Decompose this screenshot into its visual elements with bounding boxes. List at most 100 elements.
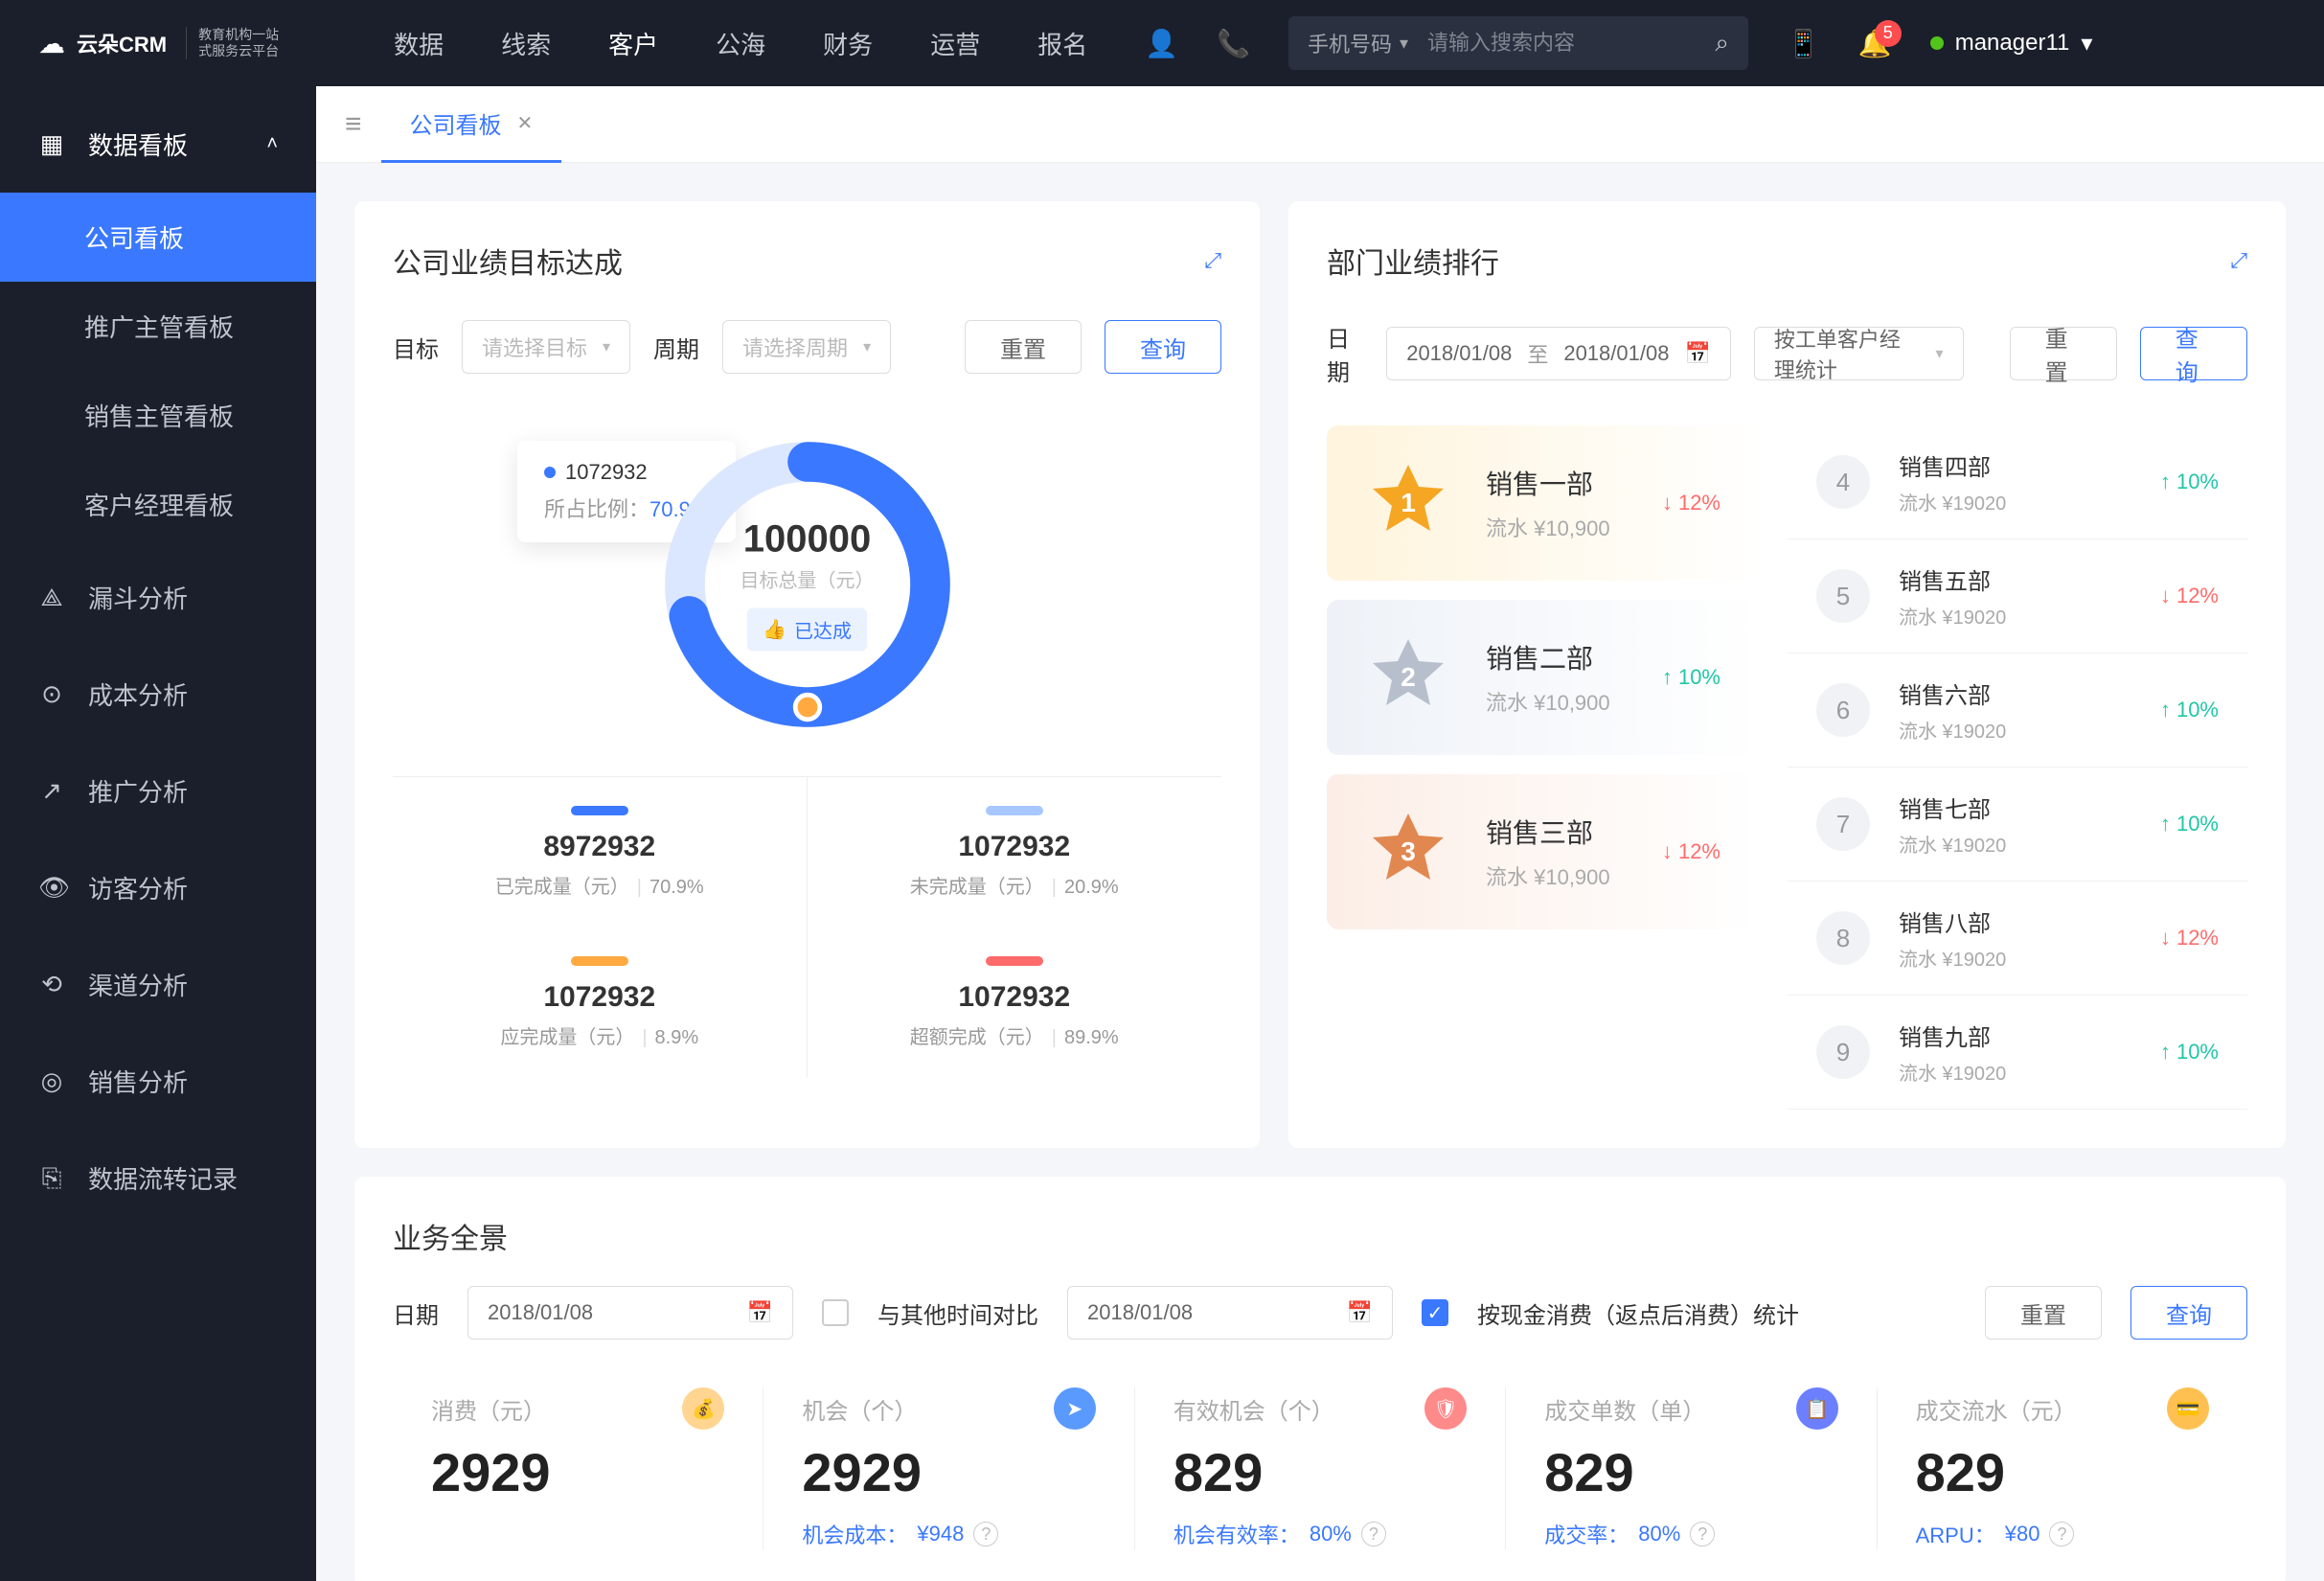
overview-sub: ARPU：¥80? bbox=[1916, 1519, 2209, 1549]
card-overview: 业务全景 日期 2018/01/08📅 与其他时间对比 2018/01/08📅 … bbox=[354, 1177, 2286, 1581]
help-icon[interactable]: ? bbox=[2049, 1522, 2074, 1547]
overview-icon: 🛡 bbox=[1424, 1387, 1467, 1430]
mobile-icon[interactable]: 📱 bbox=[1787, 28, 1820, 59]
metric-bar-icon bbox=[571, 806, 628, 815]
metric: 1072932应完成量（元）|8.9% bbox=[393, 928, 808, 1078]
sidebar-item-label: 漏斗分析 bbox=[88, 580, 188, 615]
rank-dept: 销售六部 bbox=[1899, 676, 2131, 710]
overview-value: 829 bbox=[1173, 1441, 1467, 1503]
select-target[interactable]: 请选择目标▾ bbox=[462, 320, 630, 374]
sidebar-item-0[interactable]: ⟁漏斗分析 bbox=[0, 549, 316, 646]
rank-row: 9销售九部流水 ¥19020↑ 10% bbox=[1788, 996, 2247, 1110]
select-period[interactable]: 请选择周期▾ bbox=[722, 320, 891, 374]
sidebar-item-2[interactable]: ↗推广分析 bbox=[0, 743, 316, 839]
rank-number: 6 bbox=[1816, 683, 1870, 737]
sidebar-item-3[interactable]: 👁访客分析 bbox=[0, 839, 316, 936]
chevron-down-icon: ▾ bbox=[1936, 344, 1944, 363]
sidebar-item-label: 成本分析 bbox=[88, 676, 188, 712]
overview-item-4: 成交流水（元）💳829ARPU：¥80? bbox=[1878, 1387, 2247, 1549]
metric-label: 未完成量（元）|20.9% bbox=[808, 871, 1222, 899]
cloud-icon: ☁ bbox=[38, 28, 65, 59]
overview-label: 成交流水（元） bbox=[1916, 1392, 2077, 1426]
user-icon[interactable]: 👤 bbox=[1145, 28, 1178, 59]
close-icon[interactable]: ✕ bbox=[517, 111, 534, 135]
overview-item-0: 消费（元） 💰 2929 bbox=[393, 1387, 763, 1549]
sidebar-item-label: 数据流转记录 bbox=[88, 1160, 238, 1196]
help-icon[interactable]: ? bbox=[973, 1522, 998, 1547]
dot-icon bbox=[544, 467, 556, 478]
expand-icon[interactable]: ⤢ bbox=[2230, 248, 2247, 273]
select-text: 请选择周期 bbox=[742, 332, 848, 362]
sidebar-item-5[interactable]: ◎销售分析 bbox=[0, 1033, 316, 1130]
rank-dept: 销售九部 bbox=[1899, 1019, 2131, 1052]
rank-sub: 流水 ¥19020 bbox=[1899, 602, 2131, 630]
rank-sub: 流水 ¥10,900 bbox=[1486, 686, 1628, 717]
help-icon[interactable]: ? bbox=[1690, 1522, 1715, 1547]
rank-sub: 流水 ¥19020 bbox=[1899, 944, 2131, 972]
nav-item-2[interactable]: 客户 bbox=[608, 26, 658, 61]
search-type[interactable]: 手机号码 bbox=[1308, 28, 1392, 58]
bell-icon[interactable]: 🔔5 bbox=[1858, 28, 1892, 59]
tab-company-board[interactable]: 公司看板 ✕ bbox=[381, 86, 562, 163]
sidebar-item-4[interactable]: ⟲渠道分析 bbox=[0, 936, 316, 1033]
medal-icon: 2 bbox=[1365, 634, 1451, 721]
overview-label: 消费（元） bbox=[431, 1392, 546, 1426]
reset-button[interactable]: 重置 bbox=[965, 320, 1082, 374]
date-to-label: 至 bbox=[1527, 338, 1548, 369]
overview-value: 2929 bbox=[431, 1441, 724, 1503]
metric: 1072932超额完成（元）|89.9% bbox=[808, 928, 1222, 1078]
sidebar-sub-2[interactable]: 销售主管看板 bbox=[0, 371, 316, 460]
expand-icon[interactable]: ⤢ bbox=[1204, 248, 1221, 273]
query-button[interactable]: 查询 bbox=[1105, 320, 1221, 374]
filter-label-period: 周期 bbox=[653, 331, 699, 364]
rank-number: 7 bbox=[1816, 797, 1870, 851]
topbar-right: 📱 🔔5 manager11 ▾ bbox=[1787, 28, 2092, 59]
sidebar-sub-0[interactable]: 公司看板 bbox=[0, 193, 316, 282]
select-groupby[interactable]: 按工单客户经理统计▾ bbox=[1754, 327, 1964, 380]
reset-button[interactable]: 重置 bbox=[2010, 327, 2117, 380]
date-input-1[interactable]: 2018/01/08📅 bbox=[467, 1286, 793, 1340]
nav-item-5[interactable]: 运营 bbox=[930, 26, 980, 61]
calendar-icon: 📅 bbox=[1684, 341, 1710, 366]
search-input[interactable] bbox=[1427, 31, 1715, 56]
reset-button[interactable]: 重置 bbox=[1985, 1286, 2102, 1340]
user-menu[interactable]: manager11 ▾ bbox=[1930, 30, 2093, 57]
search-icon[interactable]: ⌕ bbox=[1715, 28, 1729, 58]
overview-item-3: 成交单数（单）📋829成交率：80%? bbox=[1506, 1387, 1877, 1549]
metric-bar-icon bbox=[986, 956, 1043, 966]
phone-icon[interactable]: 📞 bbox=[1217, 28, 1250, 59]
help-icon[interactable]: ? bbox=[1361, 1522, 1386, 1547]
nav-item-4[interactable]: 财务 bbox=[823, 26, 873, 61]
nav-item-6[interactable]: 报名 bbox=[1037, 26, 1087, 61]
query-button[interactable]: 查询 bbox=[2140, 327, 2247, 380]
calc-checkbox[interactable]: ✓ bbox=[1422, 1299, 1448, 1326]
query-button[interactable]: 查询 bbox=[2130, 1286, 2247, 1340]
status-text: 已达成 bbox=[794, 616, 852, 644]
rank-medal-3: 3销售三部流水 ¥10,900↓ 12% bbox=[1327, 774, 1759, 929]
sidebar-item-1[interactable]: ⊙成本分析 bbox=[0, 646, 316, 743]
collapse-icon[interactable]: ≡ bbox=[345, 108, 362, 141]
sidebar-item-6[interactable]: ⎘数据流转记录 bbox=[0, 1130, 316, 1226]
rank-row: 6销售六部流水 ¥19020↑ 10% bbox=[1788, 653, 2247, 768]
top-nav: ☁ 云朵CRM 教育机构一站 式服务云平台 数据 线索 客户 公海 财务 运营 报名 👤 📞… bbox=[0, 0, 2324, 86]
sidebar-group-dashboard[interactable]: ▦数据看板 ˄ bbox=[0, 96, 316, 193]
overview-icon: 💰 bbox=[682, 1387, 724, 1430]
logo: ☁ 云朵CRM 教育机构一站 式服务云平台 bbox=[38, 27, 279, 59]
rank-pct: ↓ 12% bbox=[2160, 926, 2219, 951]
nav-item-1[interactable]: 线索 bbox=[501, 26, 551, 61]
sidebar-sub-1[interactable]: 推广主管看板 bbox=[0, 282, 316, 371]
metric-label: 已完成量（元）|70.9% bbox=[393, 871, 807, 899]
overview-sub: 成交率：80%? bbox=[1544, 1519, 1837, 1549]
card-title: 业务全景 bbox=[393, 1215, 508, 1257]
notif-badge: 5 bbox=[1875, 20, 1902, 47]
search-bar[interactable]: 手机号码 ▾ ⌕ bbox=[1288, 16, 1748, 70]
sidebar-sub-3[interactable]: 客户经理看板 bbox=[0, 460, 316, 549]
nav-item-0[interactable]: 数据 bbox=[394, 26, 444, 61]
date-range[interactable]: 2018/01/08 至 2018/01/08 📅 bbox=[1386, 327, 1731, 380]
tooltip-ratio-label: 所占比例： bbox=[544, 497, 649, 521]
nav-item-3[interactable]: 公海 bbox=[716, 26, 765, 61]
date-input-2[interactable]: 2018/01/08📅 bbox=[1067, 1286, 1393, 1340]
filter-label-date: 日期 bbox=[393, 1296, 439, 1330]
compare-checkbox[interactable] bbox=[822, 1299, 849, 1326]
compare-label: 与其他时间对比 bbox=[877, 1296, 1038, 1330]
